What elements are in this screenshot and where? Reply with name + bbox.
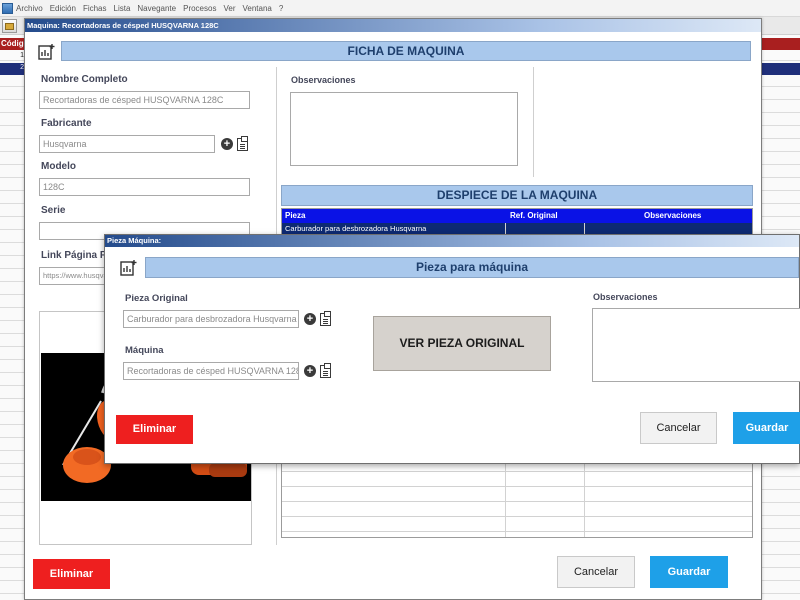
- guardar-button[interactable]: Guardar: [650, 556, 728, 588]
- column-header-ref[interactable]: Ref. Original: [510, 211, 558, 220]
- link-label: Link Página Fabricante: [41, 250, 107, 261]
- maquina-document-icon[interactable]: [320, 363, 331, 378]
- observaciones-textarea[interactable]: [290, 92, 518, 166]
- plus-circle-icon: +: [223, 138, 231, 150]
- pieza-original-label: Pieza Original: [125, 293, 188, 304]
- pieza-eliminar-button[interactable]: Eliminar: [116, 415, 193, 444]
- plus-circle-icon: +: [306, 313, 314, 325]
- menu-item-navegante[interactable]: Navegante: [137, 4, 176, 13]
- table-row-line: [282, 516, 752, 517]
- maquina-label: Máquina: [125, 345, 164, 356]
- table-row-line: [282, 531, 752, 532]
- menu-item-lista[interactable]: Lista: [114, 4, 131, 13]
- modelo-label: Modelo: [41, 161, 76, 172]
- ficha-maquina-header: FICHA DE MAQUINA: [61, 41, 751, 61]
- despiece-header: DESPIECE DE LA MAQUINA: [281, 185, 753, 206]
- table-cell-pieza: Carburador para desbrozadora Husqvarna: [285, 224, 427, 233]
- plus-circle-icon: +: [306, 365, 314, 377]
- menu-item-help[interactable]: ?: [279, 4, 283, 13]
- table-row-line: [282, 471, 752, 472]
- menu-item-edicion[interactable]: Edición: [50, 4, 76, 13]
- add-form-icon: [38, 44, 55, 60]
- column-header-pieza[interactable]: Pieza: [285, 211, 305, 220]
- app-icon: [2, 2, 13, 14]
- cancelar-button[interactable]: Cancelar: [557, 556, 635, 588]
- table-header: Pieza Ref. Original Observaciones: [282, 209, 752, 223]
- pieza-para-maquina-header: Pieza para máquina: [145, 257, 799, 278]
- background-selected-row-right: [760, 63, 800, 75]
- pieza-original-field[interactable]: Carburador para desbrozadora Husqvarna: [123, 310, 299, 328]
- add-form-icon: [120, 260, 137, 276]
- fabricante-label: Fabricante: [41, 118, 92, 129]
- ver-pieza-original-button[interactable]: VER PIEZA ORIGINAL: [373, 316, 551, 371]
- folder-icon: [5, 22, 14, 30]
- machine-window-title: Maquina: Recortadoras de césped HUSQVARN…: [25, 19, 761, 32]
- serie-label: Serie: [41, 205, 66, 216]
- table-row-line: [282, 501, 752, 502]
- nombre-field[interactable]: Recortadoras de césped HUSQVARNA 128C: [39, 91, 250, 109]
- fabricante-field[interactable]: Husqvarna: [39, 135, 215, 153]
- fabricante-document-icon[interactable]: [237, 136, 248, 151]
- pieza-document-icon[interactable]: [320, 311, 331, 326]
- pieza-window: Pieza Máquina: Pieza para máquina Pieza …: [104, 234, 800, 464]
- observaciones-label: Observaciones: [291, 75, 356, 85]
- background-column-header: Código: [0, 38, 26, 50]
- pieza-window-title: Pieza Máquina:: [105, 235, 799, 247]
- nombre-label: Nombre Completo: [41, 74, 128, 85]
- column-divider: [533, 67, 534, 177]
- open-folder-button[interactable]: [2, 19, 17, 33]
- add-fabricante-button[interactable]: +: [221, 138, 233, 150]
- menu-item-archivo[interactable]: Archivo: [16, 4, 43, 13]
- background-selected-row[interactable]: 2: [0, 63, 26, 75]
- menu-item-ver[interactable]: Ver: [223, 4, 235, 13]
- menu-bar: Archivo Edición Fichas Lista Navegante P…: [0, 0, 800, 17]
- background-row-number: 1: [20, 52, 24, 59]
- menu-item-procesos[interactable]: Procesos: [183, 4, 216, 13]
- eliminar-button[interactable]: Eliminar: [33, 559, 110, 589]
- maquina-field[interactable]: Recortadoras de césped HUSQVARNA 128C: [123, 362, 299, 380]
- modelo-field[interactable]: 128C: [39, 178, 250, 196]
- background-right-header: [760, 38, 800, 50]
- add-pieza-button[interactable]: +: [304, 313, 316, 325]
- add-maquina-button[interactable]: +: [304, 365, 316, 377]
- menu-item-fichas[interactable]: Fichas: [83, 4, 107, 13]
- pieza-guardar-button[interactable]: Guardar: [733, 412, 800, 444]
- pieza-observaciones-textarea[interactable]: [592, 308, 800, 382]
- menu-item-ventana[interactable]: Ventana: [242, 4, 271, 13]
- table-row-line: [282, 486, 752, 487]
- pieza-observaciones-label: Observaciones: [593, 292, 658, 302]
- column-header-observaciones[interactable]: Observaciones: [644, 211, 701, 220]
- pieza-cancelar-button[interactable]: Cancelar: [640, 412, 717, 444]
